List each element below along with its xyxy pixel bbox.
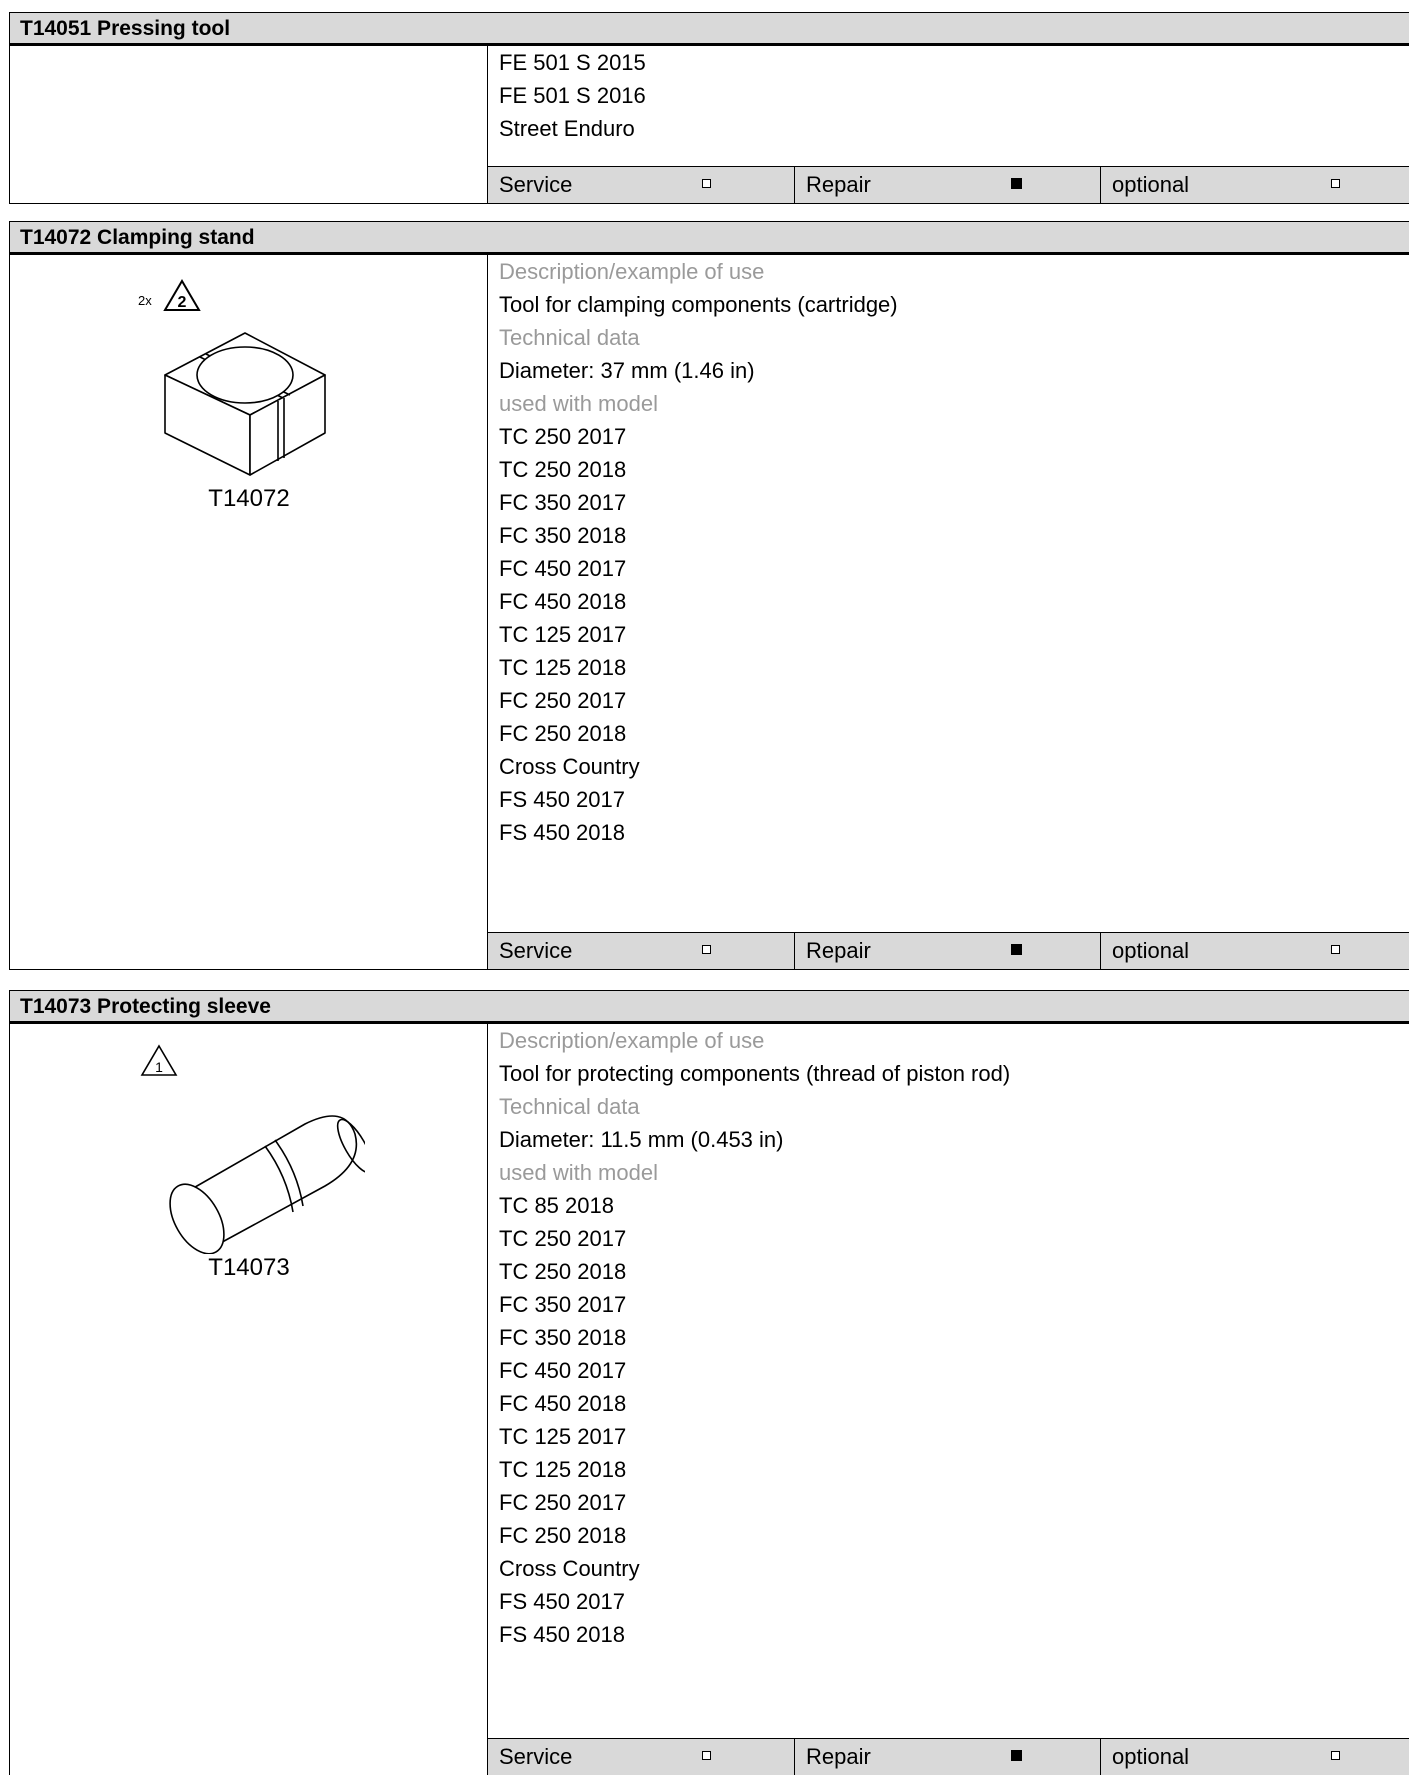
tool-body: 2x 2 T14072 Description/example of use T… <box>9 255 1409 970</box>
tool-title: T14073 Protecting sleeve <box>9 990 1409 1024</box>
tool-body: FE 501 S 2015 FE 501 S 2016 Street Endur… <box>9 46 1409 204</box>
model-line: TC 250 2018 <box>499 1259 627 1284</box>
service-label: Service <box>499 938 573 963</box>
warning-number: 1 <box>155 1059 163 1075</box>
service-checkbox-icon <box>702 1751 711 1760</box>
warning-number: 2 <box>178 294 187 311</box>
model-line: TC 125 2017 <box>499 622 627 647</box>
technical-data-text: Diameter: 11.5 mm (0.453 in) <box>499 1127 784 1152</box>
service-checkbox-icon <box>702 179 711 188</box>
service-label: Service <box>499 1744 573 1769</box>
model-line: FC 450 2017 <box>499 556 627 581</box>
model-line: FC 350 2017 <box>499 1292 627 1317</box>
tool-section-t14051: T14051 Pressing tool FE 501 S 2015 FE 50… <box>9 12 1409 204</box>
model-line: FC 250 2017 <box>499 688 627 713</box>
model-line: FC 450 2018 <box>499 589 627 614</box>
model-line: FC 350 2018 <box>499 1325 627 1350</box>
tool-section-t14072: T14072 Clamping stand 2x 2 T14072 Descri… <box>9 221 1409 970</box>
optional-cell: optional <box>1101 1739 1409 1775</box>
repair-cell: Repair <box>795 167 1101 203</box>
optional-cell: optional <box>1101 933 1409 969</box>
usage-footer: Service Repair optional <box>488 932 1409 969</box>
tool-title: T14051 Pressing tool <box>9 12 1409 46</box>
model-line: TC 250 2018 <box>499 457 627 482</box>
repair-cell: Repair <box>795 933 1101 969</box>
section-label: Description/example of use <box>499 1028 765 1053</box>
description-text: Tool for protecting components (thread o… <box>499 1061 1011 1086</box>
repair-label: Repair <box>806 1744 871 1769</box>
optional-checkbox-icon <box>1331 1751 1340 1760</box>
repair-checkbox-icon <box>1011 178 1022 189</box>
clamping-stand-drawing <box>164 332 326 476</box>
model-line: FC 350 2017 <box>499 490 627 515</box>
tool-title: T14072 Clamping stand <box>9 221 1409 255</box>
tool-code-label: T14073 <box>208 1254 290 1281</box>
model-line: Cross Country <box>499 1556 640 1581</box>
description-text: Tool for clamping components (cartridge) <box>499 292 898 317</box>
model-line: FS 450 2017 <box>499 1589 625 1614</box>
repair-label: Repair <box>806 172 871 197</box>
service-checkbox-icon <box>702 945 711 954</box>
optional-label: optional <box>1112 1744 1190 1769</box>
model-line: Cross Country <box>499 754 640 779</box>
tool-body: 1 T14073 Description/example of use Tool… <box>9 1024 1409 1775</box>
service-cell: Service <box>488 167 795 203</box>
section-label: Description/example of use <box>499 259 765 284</box>
repair-checkbox-icon <box>1011 944 1022 955</box>
section-label: used with model <box>499 391 658 416</box>
service-cell: Service <box>488 1739 795 1775</box>
warning-multiplier: 2x <box>138 293 152 308</box>
service-cell: Service <box>488 933 795 969</box>
tool-image-cell: 1 T14073 <box>10 1024 488 1775</box>
tool-image-cell <box>10 46 488 203</box>
model-line: FC 450 2018 <box>499 1391 627 1416</box>
model-line: FC 450 2017 <box>499 1358 627 1383</box>
model-line: FC 250 2018 <box>499 1523 627 1548</box>
tool-section-t14073: T14073 Protecting sleeve 1 T14073 Descri… <box>9 990 1409 1775</box>
repair-cell: Repair <box>795 1739 1101 1775</box>
model-line: TC 125 2018 <box>499 1457 627 1482</box>
tool-info-column: Description/example of use Tool for prot… <box>488 1024 1409 1651</box>
model-line: TC 85 2018 <box>499 1193 614 1218</box>
tool-info-column: FE 501 S 2015 FE 501 S 2016 Street Endur… <box>488 46 1409 145</box>
usage-footer: Service Repair optional <box>488 166 1409 203</box>
model-line: TC 125 2018 <box>499 655 627 680</box>
model-line: TC 250 2017 <box>499 1226 627 1251</box>
model-line: Street Enduro <box>499 116 635 141</box>
section-label: Technical data <box>499 325 640 350</box>
tool-code-label: T14072 <box>208 485 290 512</box>
section-label: Technical data <box>499 1094 640 1119</box>
model-line: TC 125 2017 <box>499 1424 627 1449</box>
model-line: FE 501 S 2015 <box>499 50 646 75</box>
protecting-sleeve-drawing <box>169 1115 365 1254</box>
optional-checkbox-icon <box>1331 945 1340 954</box>
model-line: FC 250 2017 <box>499 1490 627 1515</box>
optional-cell: optional <box>1101 167 1409 203</box>
usage-footer: Service Repair optional <box>488 1738 1409 1775</box>
section-label: used with model <box>499 1160 658 1185</box>
model-line: FS 450 2018 <box>499 820 625 845</box>
warning-triangle-icon: 2 <box>163 279 201 311</box>
service-label: Service <box>499 172 573 197</box>
repair-label: Repair <box>806 938 871 963</box>
optional-checkbox-icon <box>1331 179 1340 188</box>
model-line: FS 450 2017 <box>499 787 625 812</box>
tool-info-column: Description/example of use Tool for clam… <box>488 255 1409 849</box>
model-line: FC 250 2018 <box>499 721 627 746</box>
optional-label: optional <box>1112 172 1190 197</box>
tool-image-cell: 2x 2 T14072 <box>10 255 488 969</box>
optional-label: optional <box>1112 938 1190 963</box>
model-line: FC 350 2018 <box>499 523 627 548</box>
model-line: FS 450 2018 <box>499 1622 625 1647</box>
repair-checkbox-icon <box>1011 1750 1022 1761</box>
warning-triangle-icon: 1 <box>140 1044 178 1076</box>
technical-data-text: Diameter: 37 mm (1.46 in) <box>499 358 755 383</box>
model-line: FE 501 S 2016 <box>499 83 646 108</box>
model-line: TC 250 2017 <box>499 424 627 449</box>
